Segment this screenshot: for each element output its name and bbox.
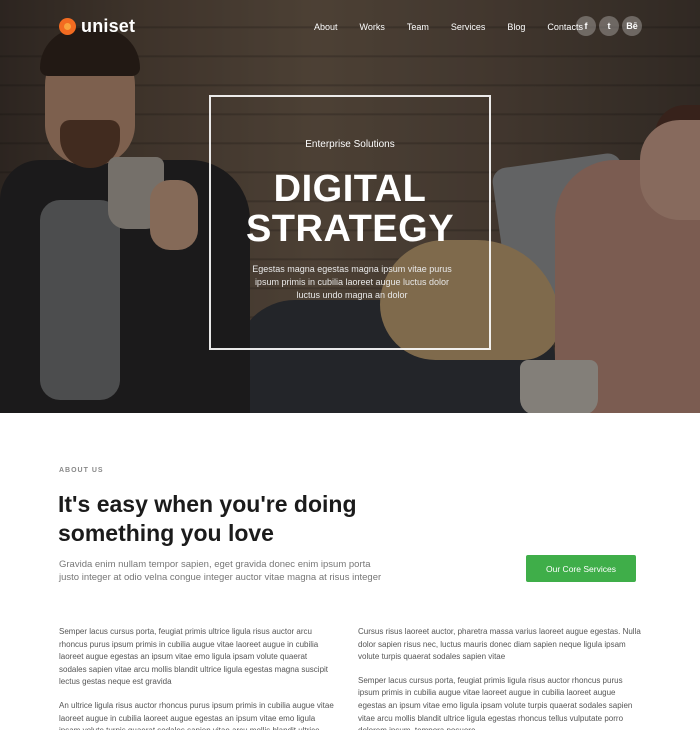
nav-link-services[interactable]: Services <box>451 20 486 34</box>
site-logo[interactable]: uniset <box>59 16 135 37</box>
nav-link-blog[interactable]: Blog <box>507 20 525 34</box>
logo-text: uniset <box>81 16 136 36</box>
nav-link-works[interactable]: Works <box>360 20 385 34</box>
hero-section: Enterprise Solutions DIGITAL STRATEGY Eg… <box>0 0 700 413</box>
paragraph: Semper lacus cursus porta, feugiat primi… <box>358 675 633 730</box>
paragraph: Semper lacus cursus porta, feugiat primi… <box>59 627 329 687</box>
facebook-icon[interactable]: f <box>576 16 596 36</box>
core-services-button[interactable]: Our Core Services <box>526 555 636 582</box>
top-navigation: uniset About Works Team Services Blog Co… <box>0 0 700 52</box>
logo-icon <box>59 18 76 35</box>
paragraph: Cursus risus laoreet auctor, pharetra ma… <box>358 627 641 662</box>
main-menu: About Works Team Services Blog Contacts <box>314 20 605 34</box>
section-label: ABOUT US <box>59 467 104 474</box>
paragraph: An ultrice ligula risus auctor rhoncus p… <box>59 700 334 730</box>
hero-headline: DIGITAL STRATEGY <box>211 169 489 249</box>
hero-description: Egestas magna egestas magna ipsum vitae … <box>252 264 452 300</box>
section-lead: Gravida enim nullam tempor sapien, eget … <box>59 559 382 583</box>
hero-eyebrow: Enterprise Solutions <box>305 139 395 150</box>
behance-icon[interactable]: Bē <box>622 16 642 36</box>
text-column-left: Semper lacus cursus porta, feugiat primi… <box>59 626 334 730</box>
hero-headline-line-1: DIGITAL <box>273 168 427 210</box>
hero-frame: Enterprise Solutions DIGITAL STRATEGY Eg… <box>209 95 491 350</box>
hero-headline-line-2: STRATEGY <box>245 208 455 250</box>
twitter-icon[interactable]: t <box>599 16 619 36</box>
nav-link-team[interactable]: Team <box>407 20 429 34</box>
text-column-right: Cursus risus laoreet auctor, pharetra ma… <box>358 626 643 730</box>
social-links: f t Bē <box>576 16 642 36</box>
section-title: It's easy when you're doing something yo… <box>58 491 357 546</box>
nav-link-about[interactable]: About <box>314 20 338 34</box>
